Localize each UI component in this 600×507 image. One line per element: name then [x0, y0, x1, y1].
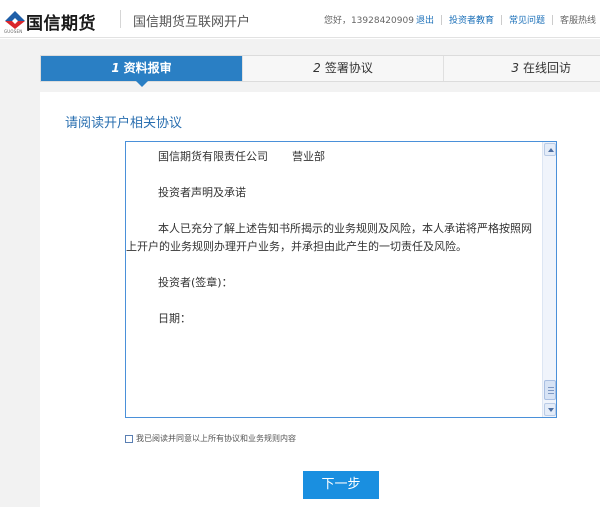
step-label: 在线回访	[522, 61, 571, 75]
step-3: 3 在线回访	[443, 56, 600, 81]
header-divider	[120, 10, 121, 28]
agreement-company-line: 国信期货有限责任公司 营业部	[126, 148, 532, 166]
step-label: 资料报审	[123, 61, 172, 75]
faq-link[interactable]: 常见问题	[509, 13, 545, 26]
user-greeting: 您好，13928420909	[323, 16, 414, 26]
section-title: 请阅读开户相关协议	[65, 116, 183, 131]
step-number: 3	[511, 61, 519, 75]
date-line: 日期：	[158, 312, 191, 325]
agree-checkbox[interactable]	[125, 434, 133, 443]
step-number: 1	[111, 61, 120, 75]
scroll-thumb[interactable]	[544, 380, 556, 400]
agree-checkbox-label[interactable]: 我已阅读并同意以上所有协议和业务规则内容	[136, 433, 296, 444]
header-separator	[551, 14, 553, 25]
agreement-text: 国信期货有限责任公司 营业部 投资者声明及承诺 本人已充分了解上述告知书所揭示的业…	[126, 142, 544, 328]
investor-education-link[interactable]: 投资者教育	[449, 13, 494, 26]
department-name: 营业部	[292, 150, 325, 163]
agree-checkbox-row[interactable]: 我已阅读并同意以上所有协议和业务规则内容	[125, 433, 296, 444]
logo-text: 国信期货	[26, 14, 96, 34]
step-2: 2 签署协议	[242, 56, 443, 81]
agreement-heading: 投资者声明及承诺	[158, 186, 246, 199]
scroll-down-button[interactable]	[544, 403, 556, 416]
step-progress: 1 资料报审 2 签署协议 3 在线回访	[40, 55, 600, 87]
next-step-button[interactable]: 下一步	[303, 471, 379, 499]
agreement-body: 本人已充分了解上述告知书所揭示的业务规则及风险，本人承诺将严格按照网上开户的业务…	[126, 222, 532, 253]
logout-link[interactable]: 退出	[416, 13, 434, 26]
header-separator	[500, 14, 502, 25]
header: 国信期货 GUOSEN 国信期货互联网开户 您好，13928420909 退出 …	[0, 0, 600, 38]
agreement-scrollbar[interactable]	[542, 142, 556, 417]
header-links: 您好，13928420909 退出 投资者教育 常见问题 客服热线	[324, 13, 596, 26]
logo-icon	[5, 11, 25, 29]
scroll-up-button[interactable]	[544, 143, 556, 156]
grip-icon	[548, 390, 554, 391]
grip-icon	[548, 387, 554, 388]
step-label: 签署协议	[324, 61, 373, 75]
logo[interactable]: 国信期货 GUOSEN	[4, 8, 114, 34]
main-content: 请阅读开户相关协议 国信期货有限责任公司 营业部 投资者声明及承诺 本人已充分了解…	[40, 92, 600, 507]
hotline-label: 客服热线	[559, 16, 596, 26]
agreement-textbox[interactable]: 国信期货有限责任公司 营业部 投资者声明及承诺 本人已充分了解上述告知书所揭示的业…	[125, 141, 557, 418]
site-title: 国信期货互联网开户	[133, 15, 251, 30]
active-step-pointer	[136, 81, 148, 87]
chevron-up-icon	[548, 148, 554, 152]
signature-line: 投资者(签章)：	[158, 276, 233, 289]
header-separator	[440, 14, 442, 25]
logo-subtext: GUOSEN	[4, 29, 23, 34]
chevron-down-icon	[548, 408, 554, 412]
grip-icon	[548, 393, 554, 394]
company-name: 国信期货有限责任公司	[158, 150, 268, 163]
step-number: 2	[313, 61, 321, 75]
step-1-active: 1 资料报审	[41, 56, 242, 87]
